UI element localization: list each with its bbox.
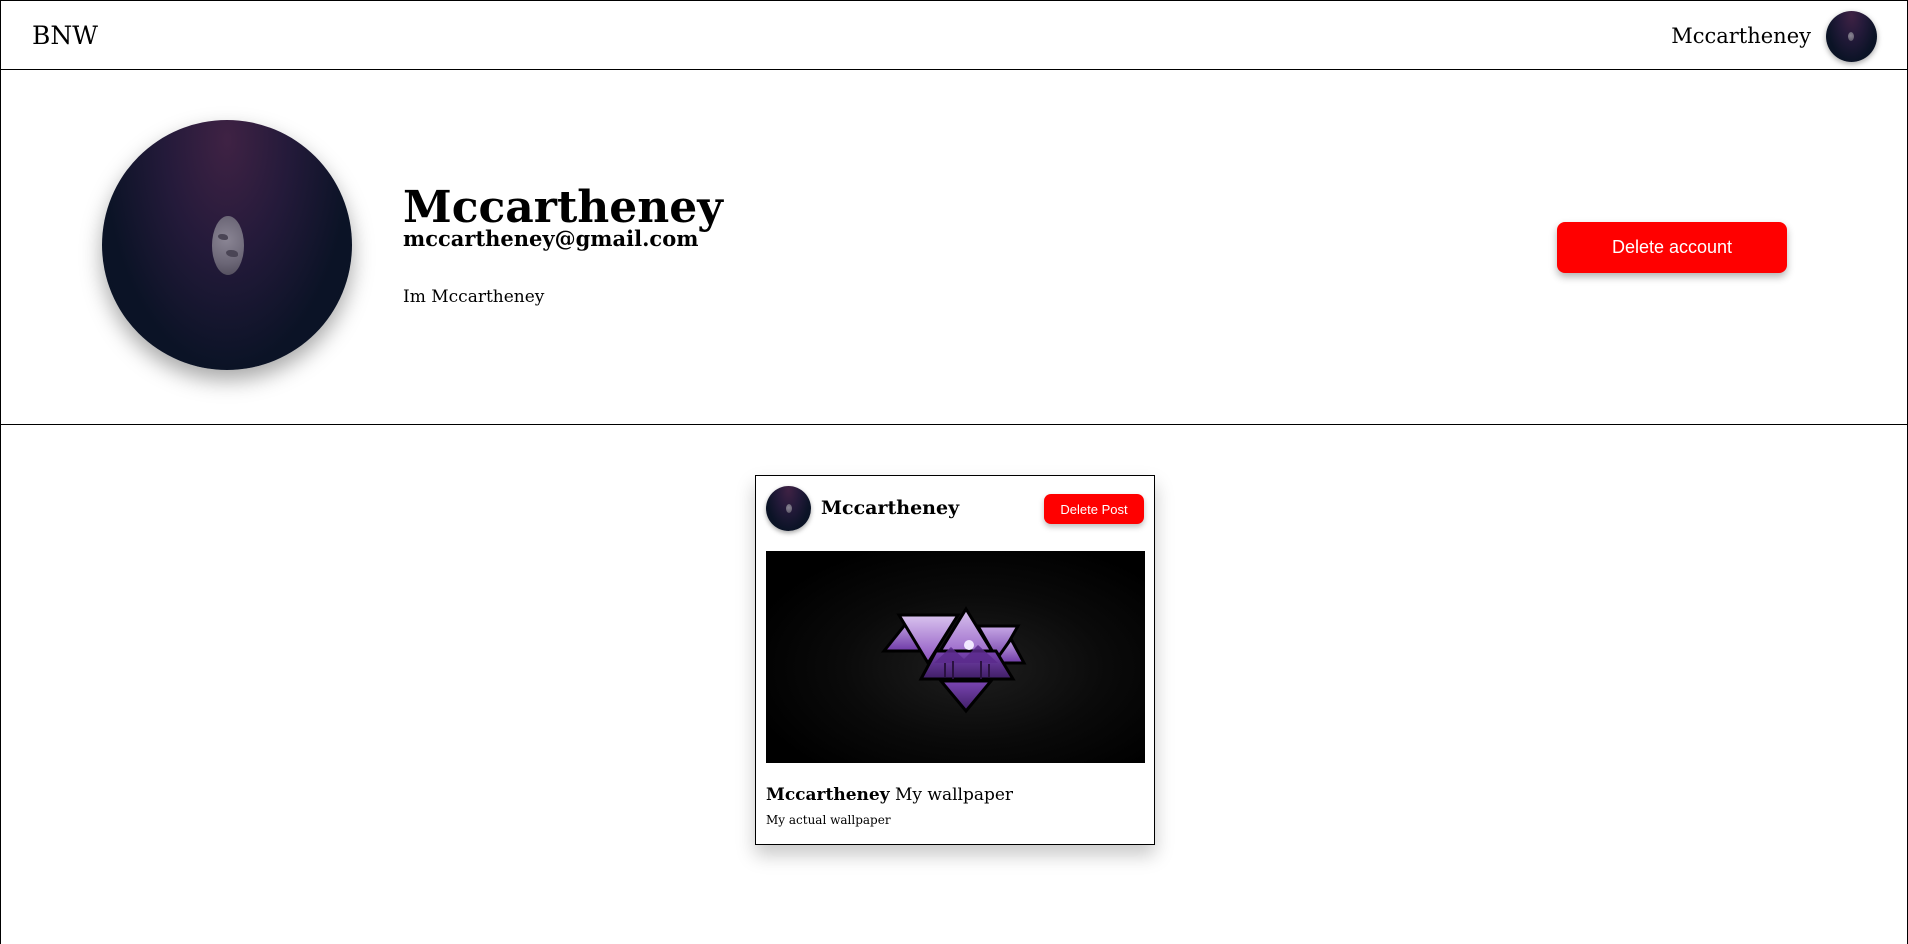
profile-header: Mccartheney mccartheney@gmail.com Im Mcc… [1,70,1907,425]
moon-icon [1848,32,1854,41]
profile-name: Mccartheney [403,182,723,233]
delete-post-button[interactable]: Delete Post [1044,494,1144,524]
post-description: My actual wallpaper [766,813,891,827]
caption-title: My wallpaper [894,785,1014,805]
nav-username[interactable]: Mccartheney [1671,23,1811,49]
post-card: Mccartheney Delete Post Mccartheney My w… [755,475,1155,845]
brand-logo[interactable]: BNW [32,21,98,51]
page: BNW Mccartheney Mccartheney mccartheney@… [0,0,1908,944]
moon-icon [786,504,792,513]
profile-avatar [102,120,352,370]
profile-bio: Im Mccartheney [403,287,545,307]
post-author-name[interactable]: Mccartheney [821,496,959,520]
delete-account-button[interactable]: Delete account [1557,222,1787,273]
post-image[interactable] [766,551,1145,763]
nav-avatar[interactable] [1826,11,1877,62]
purple-triangles-wallpaper-icon [880,606,1027,714]
profile-email: mccartheney@gmail.com [403,226,699,251]
post-caption: Mccartheney My wallpaper [766,784,1013,806]
top-navbar: BNW Mccartheney [1,0,1907,70]
post-author-avatar[interactable] [766,486,811,531]
caption-author[interactable]: Mccartheney [766,785,890,805]
moon-icon [212,216,244,275]
